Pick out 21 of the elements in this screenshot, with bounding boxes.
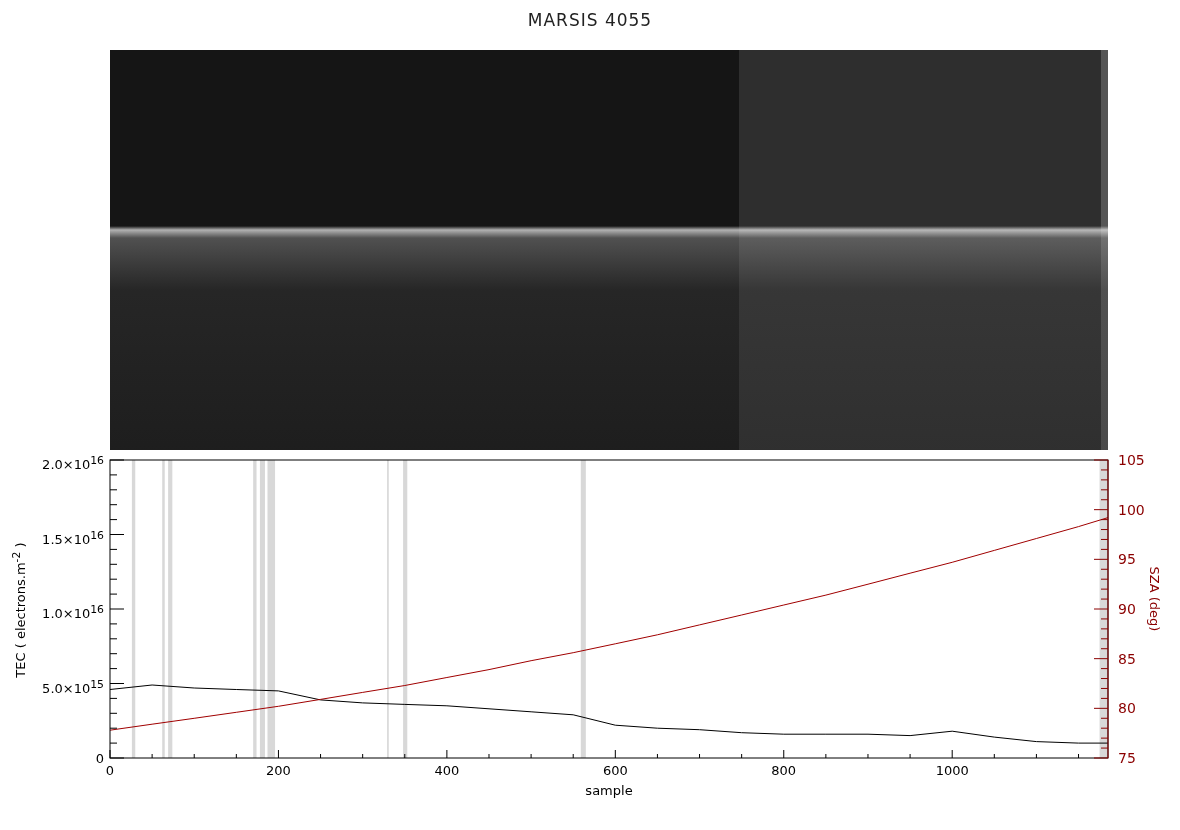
tick-label: 95: [1118, 551, 1136, 568]
chart-title: MARSIS 4055: [527, 10, 653, 32]
axis-label: sample: [585, 783, 633, 798]
tick-label: 75: [1118, 750, 1136, 766]
tick-label: 100: [1118, 501, 1145, 518]
axis-label: SZA (deg): [1147, 566, 1162, 632]
tick-label: 1.5×10$^{16}$: [42, 531, 104, 547]
tick-label: 1.0×10$^{16}$: [42, 606, 104, 621]
tick-label: 600: [602, 763, 628, 778]
tick-label: 0: [95, 751, 104, 766]
tick-label: 5.0×10$^{15}$: [42, 680, 104, 696]
tick-label: 85: [1118, 650, 1136, 667]
tick-label: 0: [105, 763, 115, 778]
tick-label: 105: [1118, 452, 1145, 468]
tick-label: 400: [434, 763, 460, 778]
tick-label: 90: [1118, 601, 1136, 617]
tick-label: 80: [1118, 700, 1136, 717]
tick-label: 1000: [935, 763, 969, 778]
tick-label: 800: [771, 763, 797, 778]
tick-label: 200: [266, 763, 291, 778]
tick-label: 2.0×10$^{16}$: [42, 457, 104, 472]
